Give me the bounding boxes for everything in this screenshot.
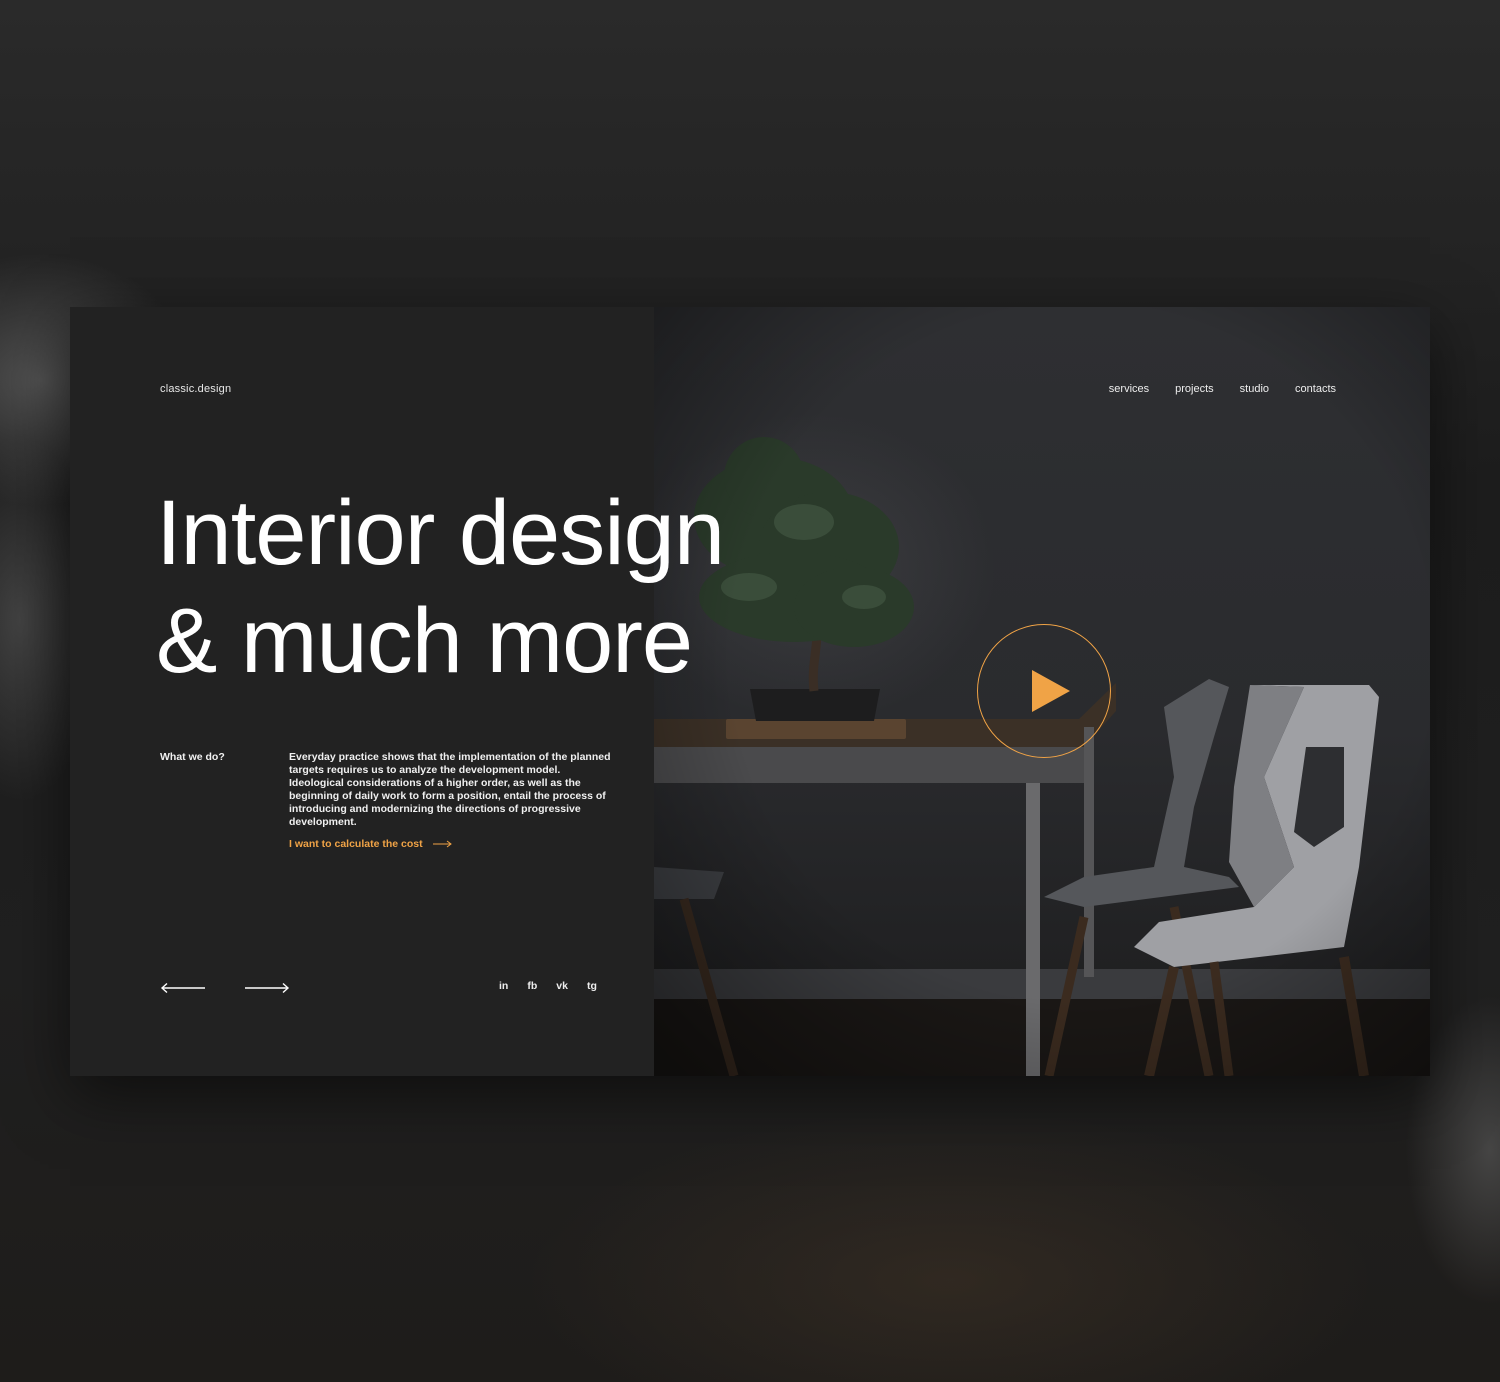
logo[interactable]: classic.design xyxy=(160,383,231,395)
play-icon xyxy=(1032,670,1070,712)
headline-line-2: & much more xyxy=(156,590,693,692)
cta-label: I want to calculate the cost xyxy=(289,838,423,850)
headline-line-1: Interior design xyxy=(156,482,725,584)
hero-card: classic.design services projects studio … xyxy=(70,307,1430,1076)
about-description: Everyday practice shows that the impleme… xyxy=(289,751,611,828)
slider-prev-button[interactable] xyxy=(160,981,206,999)
hero-headline: Interior design & much more xyxy=(156,479,725,695)
main-nav: services projects studio contacts xyxy=(1109,383,1336,395)
social-telegram[interactable]: tg xyxy=(587,980,597,992)
nav-studio[interactable]: studio xyxy=(1240,383,1269,395)
nav-contacts[interactable]: contacts xyxy=(1295,383,1336,395)
nav-services[interactable]: services xyxy=(1109,383,1149,395)
play-video-button[interactable] xyxy=(977,624,1111,758)
nav-projects[interactable]: projects xyxy=(1175,383,1214,395)
arrow-left-icon xyxy=(160,982,205,994)
arrow-right-icon xyxy=(245,982,290,994)
arrow-right-icon xyxy=(432,840,452,848)
social-facebook[interactable]: fb xyxy=(527,980,537,992)
social-links: in fb vk tg xyxy=(499,980,597,992)
social-linkedin[interactable]: in xyxy=(499,980,508,992)
social-vk[interactable]: vk xyxy=(556,980,568,992)
slider-next-button[interactable] xyxy=(244,981,290,999)
what-we-do-label: What we do? xyxy=(160,751,225,763)
calculate-cost-link[interactable]: I want to calculate the cost xyxy=(289,838,453,850)
